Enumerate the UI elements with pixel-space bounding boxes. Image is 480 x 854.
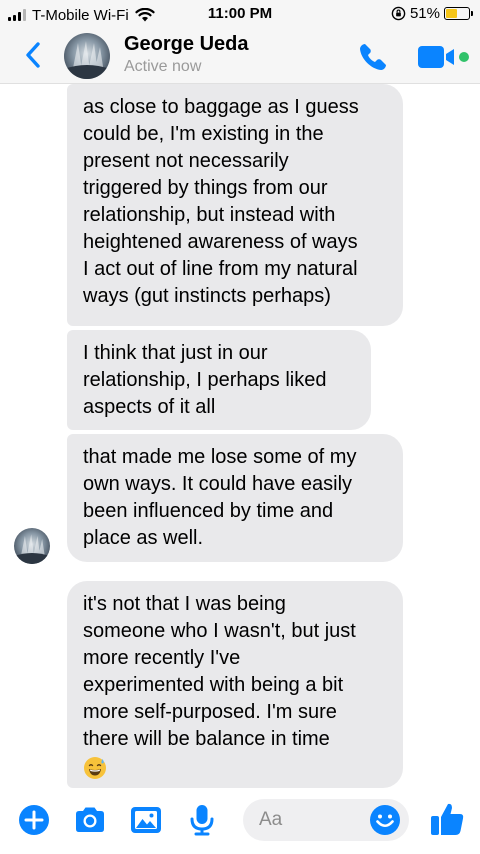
message-line bbox=[83, 753, 387, 780]
composer-bar bbox=[0, 792, 480, 854]
message-line: own ways. It could have easily bbox=[83, 473, 353, 495]
message-bubble[interactable]: I think that just in our relationship, I… bbox=[67, 330, 371, 430]
orientation-lock-icon bbox=[391, 6, 406, 21]
message-line: as close to baggage as I guess bbox=[83, 96, 359, 118]
message-line: that made me lose some of my bbox=[83, 446, 357, 468]
grinning-sweat-emoji-icon bbox=[84, 756, 106, 779]
message-line: been influenced by time and bbox=[83, 500, 334, 522]
sender-avatar[interactable] bbox=[14, 528, 50, 564]
message-line: relationship, I perhaps liked bbox=[83, 369, 327, 391]
message-bubble[interactable]: it's not that I was being someone who I … bbox=[67, 581, 403, 788]
message-line: ways (gut instincts perhaps) bbox=[83, 285, 331, 307]
message-line: could be, I'm existing in the bbox=[83, 123, 324, 145]
conversation-header: George Ueda Active now bbox=[0, 30, 480, 84]
message-line: more recently I've bbox=[83, 647, 241, 669]
chevron-left-icon[interactable] bbox=[22, 40, 44, 70]
message-line: I think that just in our bbox=[83, 342, 268, 364]
phone-icon[interactable] bbox=[356, 40, 390, 74]
microphone-icon[interactable] bbox=[184, 802, 220, 838]
message-line: someone who I wasn't, but just bbox=[83, 620, 356, 642]
message-line: triggered by things from our bbox=[83, 177, 328, 199]
photo-icon[interactable] bbox=[128, 802, 164, 838]
message-input[interactable] bbox=[259, 799, 359, 841]
message-bubble[interactable]: that made me lose some of my own ways. I… bbox=[67, 434, 403, 562]
camera-icon[interactable] bbox=[72, 802, 108, 838]
message-line: relationship, but instead with bbox=[83, 204, 336, 226]
message-line: it's not that I was being bbox=[83, 593, 286, 615]
smiley-icon[interactable] bbox=[369, 804, 401, 836]
active-status: Active now bbox=[124, 58, 202, 75]
message-line: present not necessarily bbox=[83, 150, 289, 172]
message-composer bbox=[243, 799, 409, 841]
status-bar: T-Mobile Wi-Fi 11:00 PM 51% bbox=[0, 0, 480, 30]
battery-icon bbox=[444, 7, 473, 20]
thumbs-up-icon[interactable] bbox=[428, 800, 466, 838]
status-right: 51% bbox=[391, 5, 473, 22]
message-line: more self-purposed. I'm sure bbox=[83, 701, 337, 723]
message-line: place as well. bbox=[83, 527, 204, 549]
message-line: there will be balance in time bbox=[83, 728, 330, 750]
message-line: aspects of it all bbox=[83, 396, 216, 418]
avatar[interactable] bbox=[64, 33, 110, 79]
message-bubble[interactable]: as close to baggage as I guess could be,… bbox=[67, 84, 403, 326]
plus-icon[interactable] bbox=[16, 802, 52, 838]
contact-name[interactable]: George Ueda bbox=[124, 33, 248, 56]
battery-percent: 51% bbox=[409, 5, 440, 22]
message-line: heightened awareness of ways bbox=[83, 231, 358, 253]
message-line: I act out of line from my natural bbox=[83, 258, 358, 280]
message-line: experimented with being a bit bbox=[83, 674, 344, 696]
video-camera-icon[interactable] bbox=[414, 42, 472, 72]
